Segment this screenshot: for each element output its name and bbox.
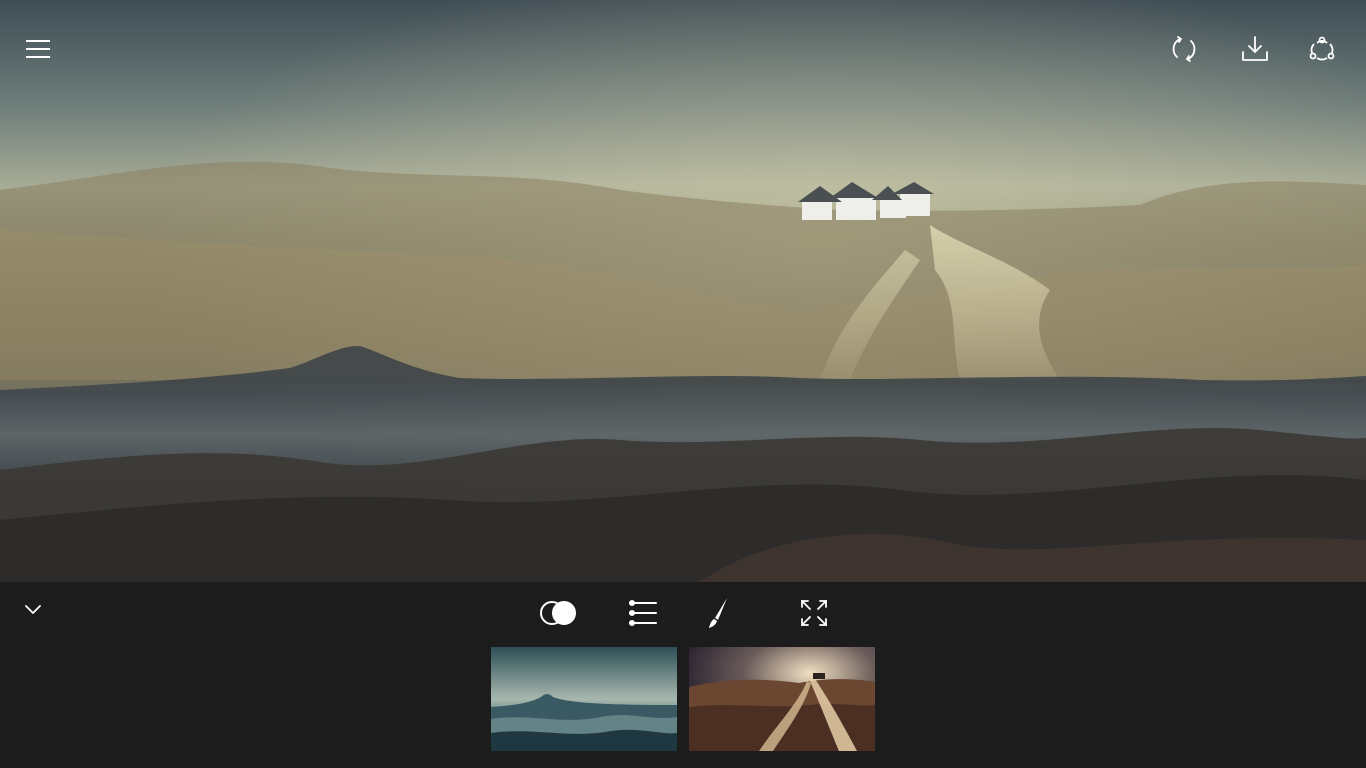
- blended-image-canvas[interactable]: [0, 0, 1366, 582]
- share-icon[interactable]: [1302, 29, 1342, 69]
- sliders-icon[interactable]: [621, 595, 665, 631]
- chevron-down-icon[interactable]: [18, 596, 48, 622]
- bottom-panel: [0, 582, 1366, 768]
- hamburger-menu-icon[interactable]: [18, 29, 58, 69]
- brush-icon[interactable]: [696, 595, 740, 631]
- layer-thumbnail-dune-path[interactable]: [689, 647, 875, 751]
- blend-circles-icon[interactable]: [536, 595, 580, 631]
- photo-editor-app: [0, 0, 1366, 768]
- blended-image: [0, 0, 1366, 582]
- expand-icon[interactable]: [792, 595, 836, 631]
- layer-thumbnail-misty-mountains[interactable]: [491, 647, 677, 751]
- download-icon[interactable]: [1235, 29, 1275, 69]
- sync-icon[interactable]: [1164, 29, 1204, 69]
